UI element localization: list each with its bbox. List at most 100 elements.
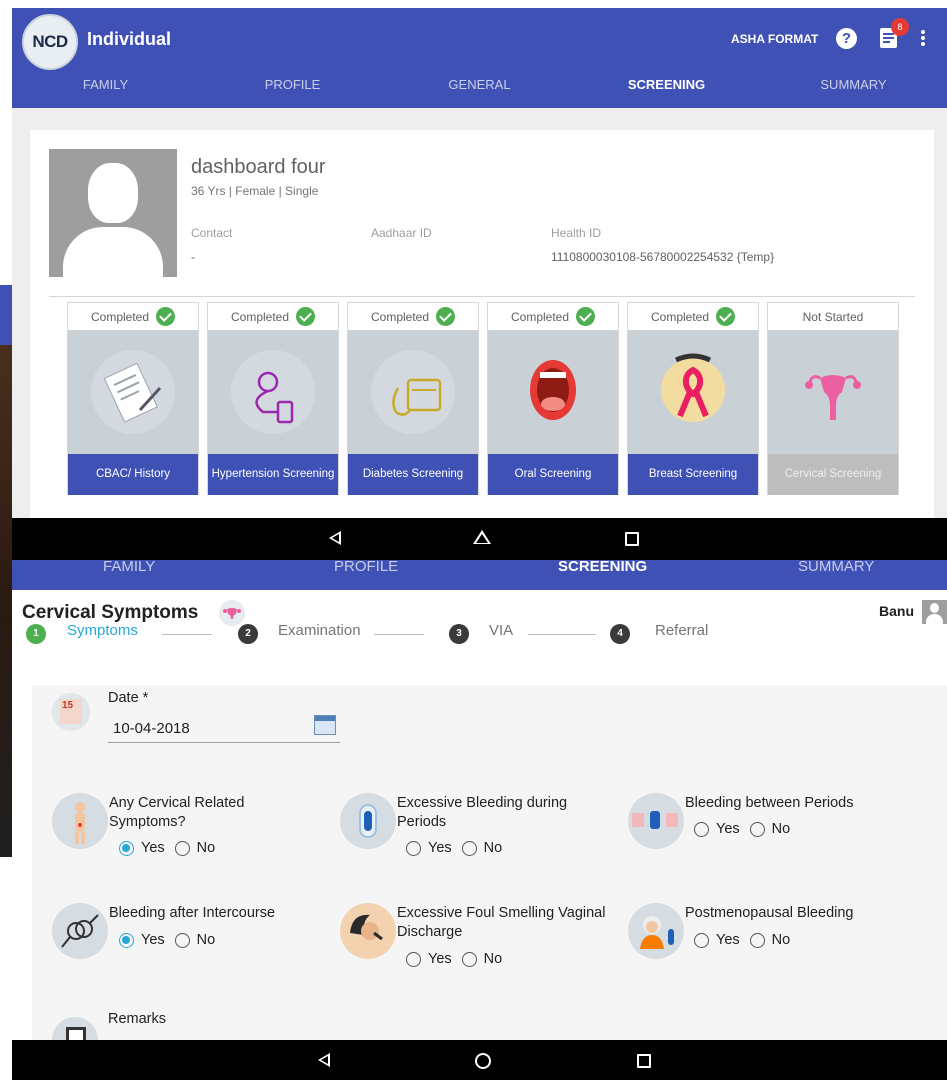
step-referral[interactable]: Referral [655,622,708,639]
profile-name: dashboard four [191,156,326,178]
health-id-value: 1110800030108-56780002254532 {Temp} [551,250,775,264]
excessive-bleeding-radio-group: Yes No [406,840,502,856]
no-radio[interactable] [461,840,477,856]
step-number[interactable]: 1 [26,624,46,644]
yes-radio[interactable] [406,951,421,967]
tile-label: CBAC/ History [68,454,198,495]
home-icon[interactable] [475,1053,491,1069]
tab-summary[interactable]: SUMMARY [798,559,874,574]
user-avatar-icon[interactable] [922,600,947,624]
yes-radio[interactable] [694,932,709,948]
tile-label: Breast Screening [628,454,758,495]
foul-smelling-discharge-radio-group: Yes No [406,951,502,967]
woman-face-icon [340,903,396,959]
tab-family[interactable]: FAMILY [103,559,155,574]
notification-badge: 8 [891,18,909,36]
back-icon[interactable] [329,531,341,545]
back-icon[interactable] [318,1053,330,1067]
tab-profile[interactable]: PROFILE [199,74,386,104]
avatar [49,149,177,277]
calendar-icon: 15 [52,693,90,731]
ncd-logo[interactable]: NCD [22,14,78,70]
contact-value: - [191,250,195,264]
no-radio[interactable] [174,840,190,856]
user-name: Banu [879,603,914,619]
date-label: Date * [108,690,149,706]
screening-tile-cbac[interactable]: Completed CBAC/ History [67,302,199,495]
cervical-symptoms-screen: FAMILY PROFILE SCREENING SUMMARY Cervica… [12,559,947,1043]
screening-tile-hypertension[interactable]: Completed Hypertension Screening [207,302,339,495]
tab-profile[interactable]: PROFILE [334,559,398,574]
no-radio[interactable] [174,932,190,948]
yes-radio[interactable] [694,821,709,837]
tab-bar: FAMILY PROFILE GENERAL SCREENING SUMMARY [12,74,947,104]
step-number[interactable]: 3 [449,624,469,644]
help-icon[interactable]: ? [836,28,857,49]
date-field[interactable]: 10-04-2018 [113,720,190,737]
step-via[interactable]: VIA [489,622,513,639]
periods-icon [628,793,684,849]
home-icon[interactable] [473,530,491,544]
no-radio[interactable] [749,932,765,948]
divider [49,296,915,297]
question-excessive-bleeding: Excessive Bleeding during Periods [397,795,568,830]
tile-status: Completed [650,309,710,324]
app-title: Individual [87,29,172,49]
tile-label: Hypertension Screening [208,454,338,495]
postmenopausal-bleeding-radio-group: Yes No [694,932,790,948]
screening-tile-breast[interactable]: Completed Breast Screening [627,302,759,495]
recent-apps-icon[interactable] [637,1054,651,1068]
tile-status: Completed [370,309,430,324]
screening-tile-oral[interactable]: Completed Oral Screening [487,302,619,495]
question-cervical-symptoms: Any Cervical Related Symptoms? [109,795,245,830]
aadhaar-label: Aadhaar ID [371,226,432,240]
elderly-woman-icon [628,903,684,959]
check-icon [716,307,736,326]
profile-meta: 36 Yrs | Female | Single [191,184,319,198]
clipboard-icon [68,330,198,454]
yes-radio[interactable] [406,840,421,856]
tab-screening[interactable]: SCREENING [558,559,647,574]
mouth-icon [488,330,618,454]
tab-general[interactable]: GENERAL [386,74,573,104]
glucometer-icon [348,330,478,454]
question-postmenopausal-bleeding: Postmenopausal Bleeding [685,905,854,921]
date-picker-icon[interactable] [314,715,336,735]
step-number[interactable]: 4 [610,624,630,644]
step-examination[interactable]: Examination [278,622,361,639]
yes-radio[interactable] [119,840,134,856]
more-options-icon[interactable] [920,30,926,48]
sanitary-pad-icon [340,793,396,849]
tab-family[interactable]: FAMILY [12,74,199,104]
tile-status: Completed [90,309,150,324]
cervical-symptoms-radio-group: Yes No [119,840,215,856]
step-connector [374,634,424,635]
tile-status: Not Started [802,309,864,324]
symptoms-form: 15 Date * 10-04-2018 Any Cervical Relate… [32,685,947,1043]
health-id-label: Health ID [551,226,602,240]
gender-symbols-icon [52,903,108,959]
no-radio[interactable] [749,821,765,837]
asha-format-button[interactable]: ASHA FORMAT [731,32,818,46]
remarks-label: Remarks [108,1011,167,1027]
system-nav-bar [12,518,947,560]
page-title: Cervical Symptoms [22,602,199,623]
check-icon [296,307,316,326]
profile-card: dashboard four 36 Yrs | Female | Single … [30,130,934,518]
bleeding-between-periods-radio-group: Yes No [694,821,790,837]
screening-tile-diabetes[interactable]: Completed Diabetes Screening [347,302,479,495]
yes-radio[interactable] [119,932,134,948]
tile-label: Diabetes Screening [348,454,478,495]
tab-screening[interactable]: SCREENING [573,74,760,104]
no-radio[interactable] [461,951,477,967]
check-icon [436,307,456,326]
step-connector [162,634,212,635]
step-symptoms[interactable]: Symptoms [67,622,138,639]
screening-tile-cervical[interactable]: Not Started Cervical Screening [767,302,899,495]
step-number[interactable]: 2 [238,624,258,644]
recent-apps-icon[interactable] [625,532,639,546]
tab-summary[interactable]: SUMMARY [760,74,947,104]
body-icon [52,793,108,849]
tile-status: Completed [230,309,290,324]
uterus-icon [768,330,898,454]
